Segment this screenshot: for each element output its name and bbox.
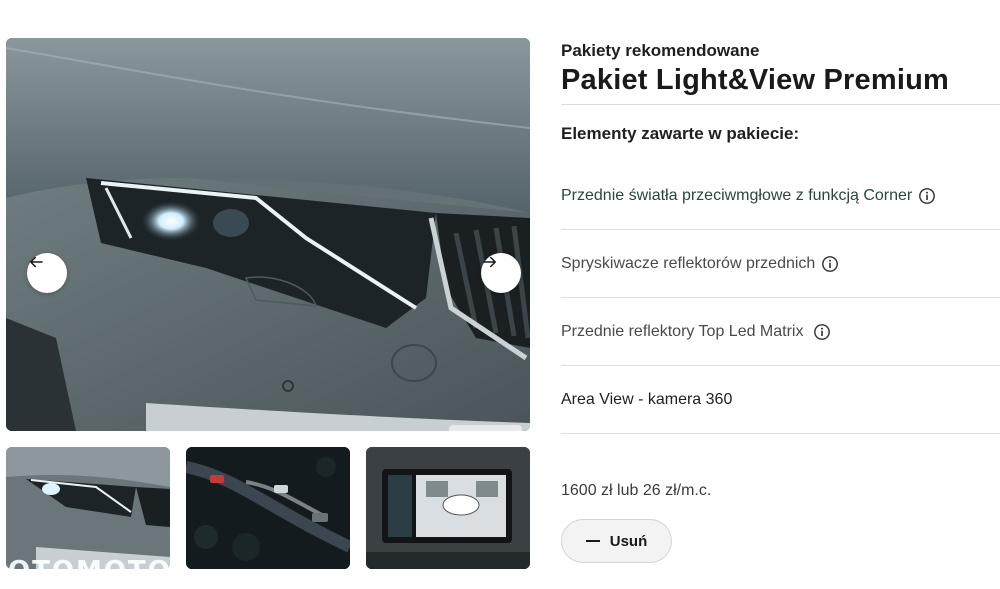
previous-image-button[interactable] (27, 253, 67, 293)
image-counter-total: 4 (494, 430, 504, 432)
package-item-headlight-washers: Spryskiwacze reflektorów przednich (561, 253, 839, 275)
image-counter: 1 / 4 (449, 425, 522, 431)
thumbnail-night-road[interactable] (186, 447, 350, 569)
package-item-front-fog-lights[interactable]: Przednie światła przeciwmgłowe z funkcją… (561, 185, 936, 207)
item-divider (561, 433, 1000, 434)
package-item-top-led-matrix: Przednie reflektory Top Led Matrix (561, 321, 831, 343)
title-divider (561, 104, 1000, 105)
package-price: 1600 zł lub 26 zł/m.c. (561, 482, 712, 499)
package-item-label: Przednie światła przeciwmgłowe z funkcją… (561, 187, 913, 204)
next-image-button[interactable] (481, 253, 521, 293)
minus-icon (585, 540, 600, 542)
arrow-left-icon (30, 256, 43, 268)
info-icon[interactable] (821, 255, 839, 273)
otomoto-watermark: OTOMOTO (8, 556, 172, 586)
thumbnail-infotainment-image (366, 447, 530, 569)
image-counter-current: 1 (467, 430, 477, 432)
thumbnail-night-road-image (186, 447, 350, 569)
info-icon[interactable] (918, 187, 936, 205)
arrow-right-icon (483, 256, 496, 268)
remove-package-button[interactable]: Usuń (561, 519, 672, 563)
car-headlight-photo (6, 38, 530, 431)
thumbnail-headlight-image (6, 447, 170, 569)
package-item-area-view: Area View - kamera 360 (561, 389, 732, 411)
package-item-label: Przednie reflektory Top Led Matrix (561, 323, 804, 340)
info-icon[interactable] (813, 323, 831, 341)
item-divider (561, 365, 1000, 366)
thumbnail-infotainment[interactable] (366, 447, 530, 569)
package-kicker: Pakiety rekomendowane (561, 41, 760, 60)
package-item-label: Area View - kamera 360 (561, 391, 733, 408)
package-title: Pakiet Light&View Premium (561, 64, 950, 96)
image-counter-separator: / (483, 430, 488, 432)
thumbnail-headlight[interactable] (6, 447, 170, 569)
item-divider (561, 297, 1000, 298)
remove-package-label: Usuń (609, 532, 648, 550)
item-divider (561, 229, 1000, 230)
package-item-label: Spryskiwacze reflektorów przednich (561, 255, 816, 272)
main-gallery-image[interactable]: 1 / 4 (6, 38, 530, 431)
package-contents-heading: Elementy zawarte w pakiecie: (561, 124, 800, 143)
